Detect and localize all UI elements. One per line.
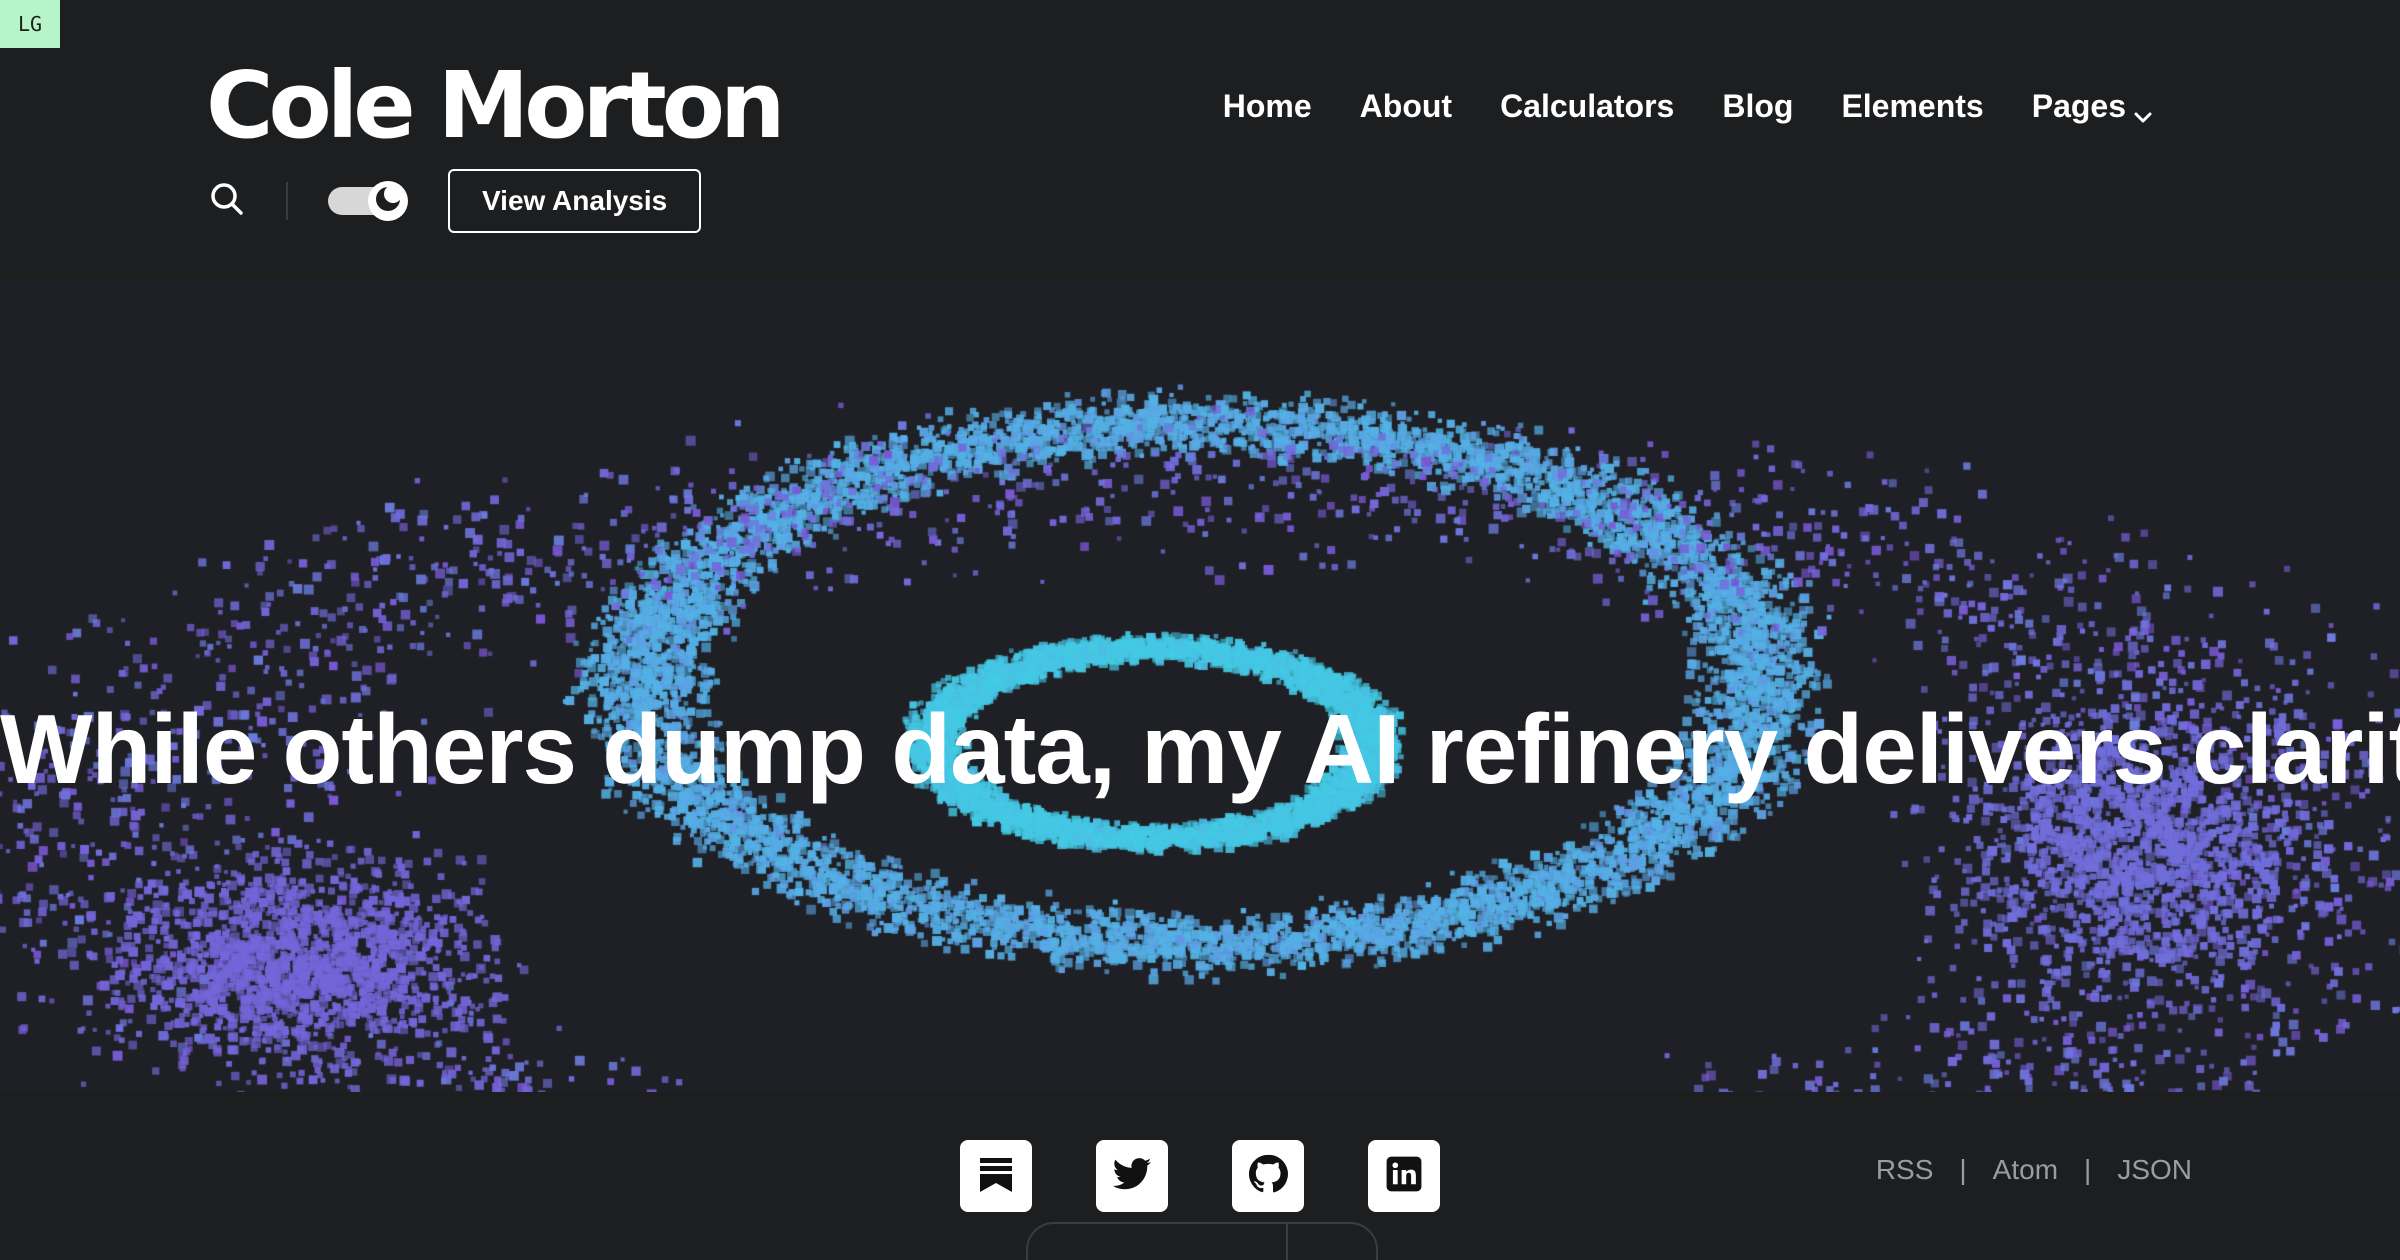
nav-item-label: Blog bbox=[1722, 88, 1794, 124]
nav-item-label: About bbox=[1359, 88, 1453, 124]
nav-item-label: Elements bbox=[1841, 88, 1984, 124]
toggle-knob bbox=[368, 181, 408, 221]
nav-item-blog[interactable]: Blog bbox=[1722, 84, 1793, 128]
separator: | bbox=[2084, 1154, 2092, 1185]
twitter-icon bbox=[1111, 1153, 1153, 1200]
search-icon bbox=[208, 180, 246, 223]
moon-icon bbox=[373, 184, 403, 219]
site-header: LG Cole Morton Home About Calculators Bl… bbox=[0, 0, 2400, 280]
substack-icon bbox=[976, 1154, 1016, 1199]
header-tools: View Analysis bbox=[206, 166, 702, 236]
nav-item-elements[interactable]: Elements bbox=[1841, 84, 1983, 128]
nav-item-calculators[interactable]: Calculators bbox=[1500, 84, 1674, 128]
json-feed-link[interactable]: JSON bbox=[2117, 1154, 2192, 1186]
linkedin-icon bbox=[1385, 1155, 1423, 1198]
chevron-down-icon bbox=[2132, 95, 2154, 123]
github-link[interactable] bbox=[1232, 1140, 1304, 1212]
site-logo[interactable]: Cole Morton bbox=[206, 56, 785, 156]
social-links bbox=[960, 1140, 1440, 1212]
nav-item-home[interactable]: Home bbox=[1223, 84, 1312, 128]
toolbar-divider bbox=[1286, 1224, 1288, 1260]
search-button[interactable] bbox=[206, 180, 248, 222]
atom-link[interactable]: Atom bbox=[1993, 1154, 2058, 1186]
hero: While others dump data, my AI refinery d… bbox=[0, 280, 2400, 1092]
main-nav: Home About Calculators Blog Elements Pag… bbox=[1223, 84, 2154, 128]
substack-link[interactable] bbox=[960, 1140, 1032, 1212]
github-icon bbox=[1248, 1154, 1288, 1199]
hero-headline: While others dump data, my AI refinery d… bbox=[0, 693, 2400, 804]
nav-item-pages[interactable]: Pages bbox=[2032, 84, 2154, 128]
theme-toggle[interactable] bbox=[328, 181, 408, 221]
nav-item-label: Home bbox=[1222, 88, 1312, 124]
breakpoint-badge: LG bbox=[0, 0, 60, 48]
floating-toolbar[interactable] bbox=[1026, 1222, 1378, 1260]
view-analysis-button[interactable]: View Analysis bbox=[448, 169, 702, 233]
separator: | bbox=[1959, 1154, 1967, 1185]
linkedin-link[interactable] bbox=[1368, 1140, 1440, 1212]
nav-item-about[interactable]: About bbox=[1360, 84, 1452, 128]
feed-links: RSS | Atom | JSON bbox=[1876, 1154, 2192, 1186]
rss-link[interactable]: RSS bbox=[1876, 1154, 1934, 1186]
particle-swirl bbox=[0, 280, 2400, 1092]
nav-item-label: Calculators bbox=[1500, 88, 1675, 124]
nav-item-label: Pages bbox=[2031, 88, 2126, 124]
divider bbox=[286, 182, 288, 220]
page: LG Cole Morton Home About Calculators Bl… bbox=[0, 0, 2400, 1260]
twitter-link[interactable] bbox=[1096, 1140, 1168, 1212]
